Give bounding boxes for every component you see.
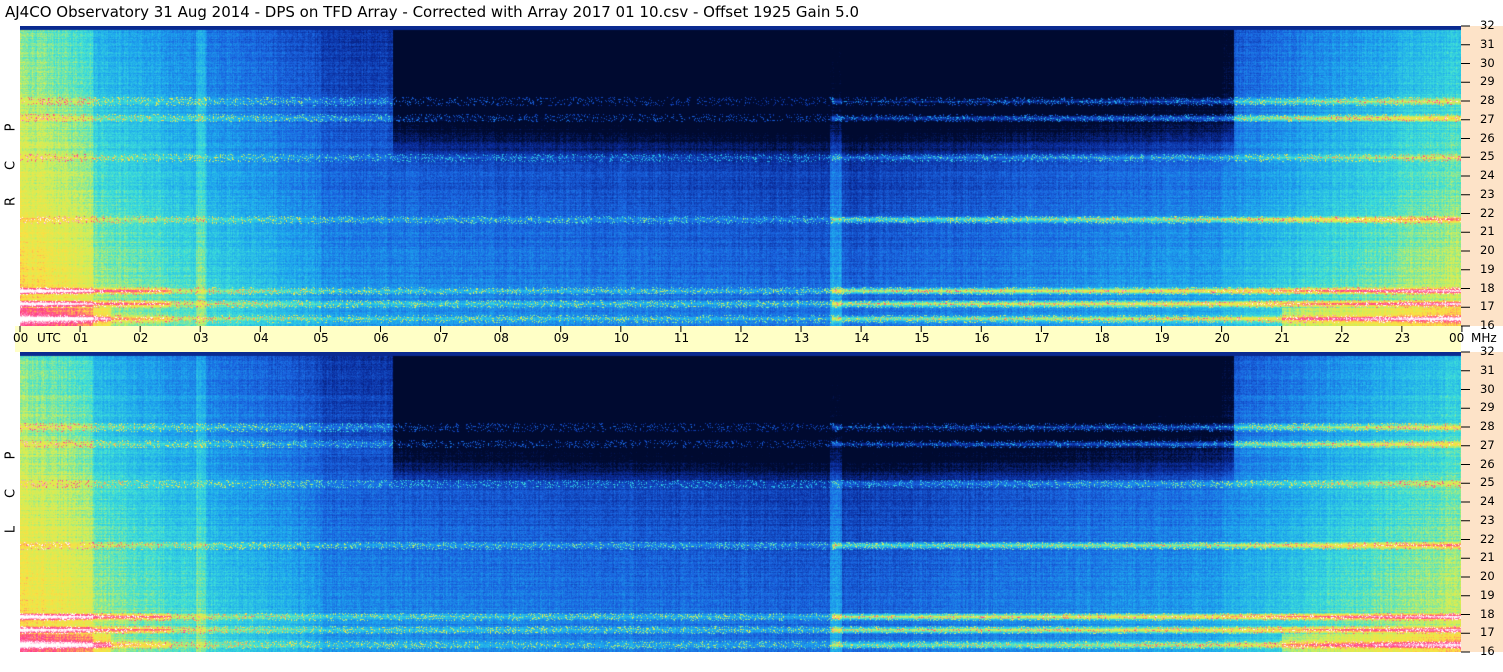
spectrogram-window: AJ4CO Observatory 31 Aug 2014 - DPS on T…	[0, 0, 1503, 672]
axis-tick-marks	[19, 25, 1470, 653]
